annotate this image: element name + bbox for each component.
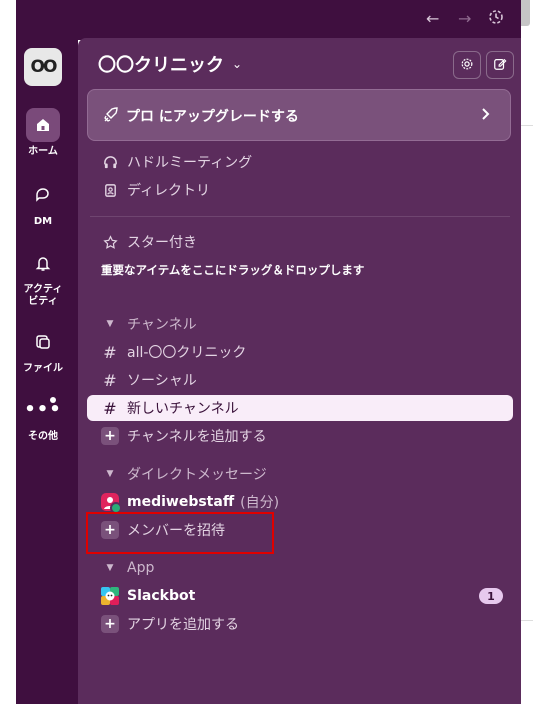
back-arrow-icon[interactable]: ←: [426, 9, 439, 28]
chevron-right-icon: [480, 106, 492, 125]
star-icon: [101, 234, 119, 250]
starred-hint: 重要なアイテムをここにドラッグ＆ドロップします: [101, 263, 365, 277]
rail-home-label: ホーム: [28, 146, 58, 157]
add-channel-label: チャンネルを追加する: [127, 429, 267, 445]
apps-section-label: App: [127, 560, 155, 576]
channel-name: 新しいチャンネル: [127, 401, 239, 417]
rail-home[interactable]: ホーム: [16, 108, 70, 158]
avatar: [101, 493, 122, 514]
headphones-icon: [101, 155, 119, 170]
nav-directory[interactable]: ディレクトリ: [87, 177, 513, 203]
rail-dm[interactable]: DM: [16, 178, 70, 228]
add-app-button[interactable]: + アプリを追加する: [87, 611, 513, 637]
slackbot-avatar: [101, 587, 119, 605]
upgrade-button[interactable]: プロ にアップグレードする: [87, 89, 511, 141]
rail-dm-label: DM: [33, 216, 53, 227]
files-icon: [26, 325, 60, 359]
forward-arrow-icon[interactable]: →: [458, 9, 471, 28]
rail-files[interactable]: ファイル: [16, 325, 70, 375]
rail-activity-label: アクティビティ: [23, 284, 63, 307]
settings-button[interactable]: [453, 51, 481, 79]
history-icon[interactable]: [488, 9, 504, 29]
nav-huddles[interactable]: ハドルミーティング: [87, 149, 513, 175]
channels-section-header[interactable]: ▼ チャンネル: [87, 313, 513, 335]
workspace-logo[interactable]: OO: [24, 48, 62, 86]
add-channel-button[interactable]: + チャンネルを追加する: [87, 423, 513, 449]
chevron-down-icon[interactable]: ⌄: [232, 57, 242, 71]
nav-directory-label: ディレクトリ: [127, 183, 211, 199]
top-bar: ← →: [16, 0, 521, 40]
dm-icon: [26, 178, 60, 212]
slackbot-name: Slackbot: [127, 588, 196, 604]
rail-activity[interactable]: アクティビティ: [16, 246, 70, 308]
channel-name: ソーシャル: [127, 373, 197, 389]
plus-icon: +: [101, 615, 119, 633]
rail-more-label: その他: [28, 431, 58, 442]
slackbot-item[interactable]: Slackbot: [87, 583, 513, 609]
caret-down-icon: ▼: [106, 563, 114, 573]
dm-section-header[interactable]: ▼ ダイレクトメッセージ: [87, 463, 513, 485]
highlight-box: [86, 512, 274, 554]
compose-button[interactable]: [486, 51, 514, 79]
caret-down-icon: ▼: [106, 469, 114, 479]
channel-item-selected[interactable]: # 新しいチャンネル: [87, 395, 513, 421]
unread-badge: 1: [479, 588, 503, 604]
channels-section-label: チャンネル: [127, 317, 197, 333]
gear-icon: [460, 56, 474, 75]
apps-section-header[interactable]: ▼ App: [87, 557, 513, 579]
notification-dot: [50, 397, 56, 403]
compose-icon: [493, 56, 507, 75]
starred-section[interactable]: スター付き: [87, 229, 513, 255]
sidebar-divider: [90, 216, 510, 217]
plus-icon: +: [101, 427, 119, 445]
nav-huddles-label: ハドルミーティング: [127, 155, 253, 171]
dm-self-name: mediwebstaff: [127, 494, 235, 510]
channel-item[interactable]: # ソーシャル: [87, 367, 513, 393]
add-app-label: アプリを追加する: [127, 617, 239, 633]
caret-down-icon: ▼: [106, 319, 114, 329]
hash-icon: #: [103, 398, 117, 418]
workspace-title[interactable]: 〇〇クリニック: [98, 51, 224, 77]
channel-item[interactable]: # all-〇〇クリニック: [87, 339, 513, 365]
hash-icon: #: [103, 370, 117, 390]
rocket-icon: [102, 106, 120, 128]
directory-icon: [101, 183, 119, 198]
dm-self-suffix: (自分): [240, 495, 280, 511]
hash-icon: #: [103, 342, 117, 362]
channel-sidebar: 〇〇クリニック ⌄ プロ にアップグレードする ハドルミーティング ディレクトリ: [78, 38, 521, 704]
rail-files-label: ファイル: [23, 363, 63, 374]
channel-name: all-〇〇クリニック: [127, 345, 247, 361]
dm-section-label: ダイレクトメッセージ: [127, 467, 267, 483]
rail-more[interactable]: ••• その他: [16, 393, 70, 443]
home-icon: [26, 108, 60, 142]
bell-icon: [26, 246, 60, 280]
main-pane-edge: [521, 0, 545, 710]
starred-label: スター付き: [127, 235, 197, 251]
upgrade-label: プロ にアップグレードする: [126, 109, 299, 125]
